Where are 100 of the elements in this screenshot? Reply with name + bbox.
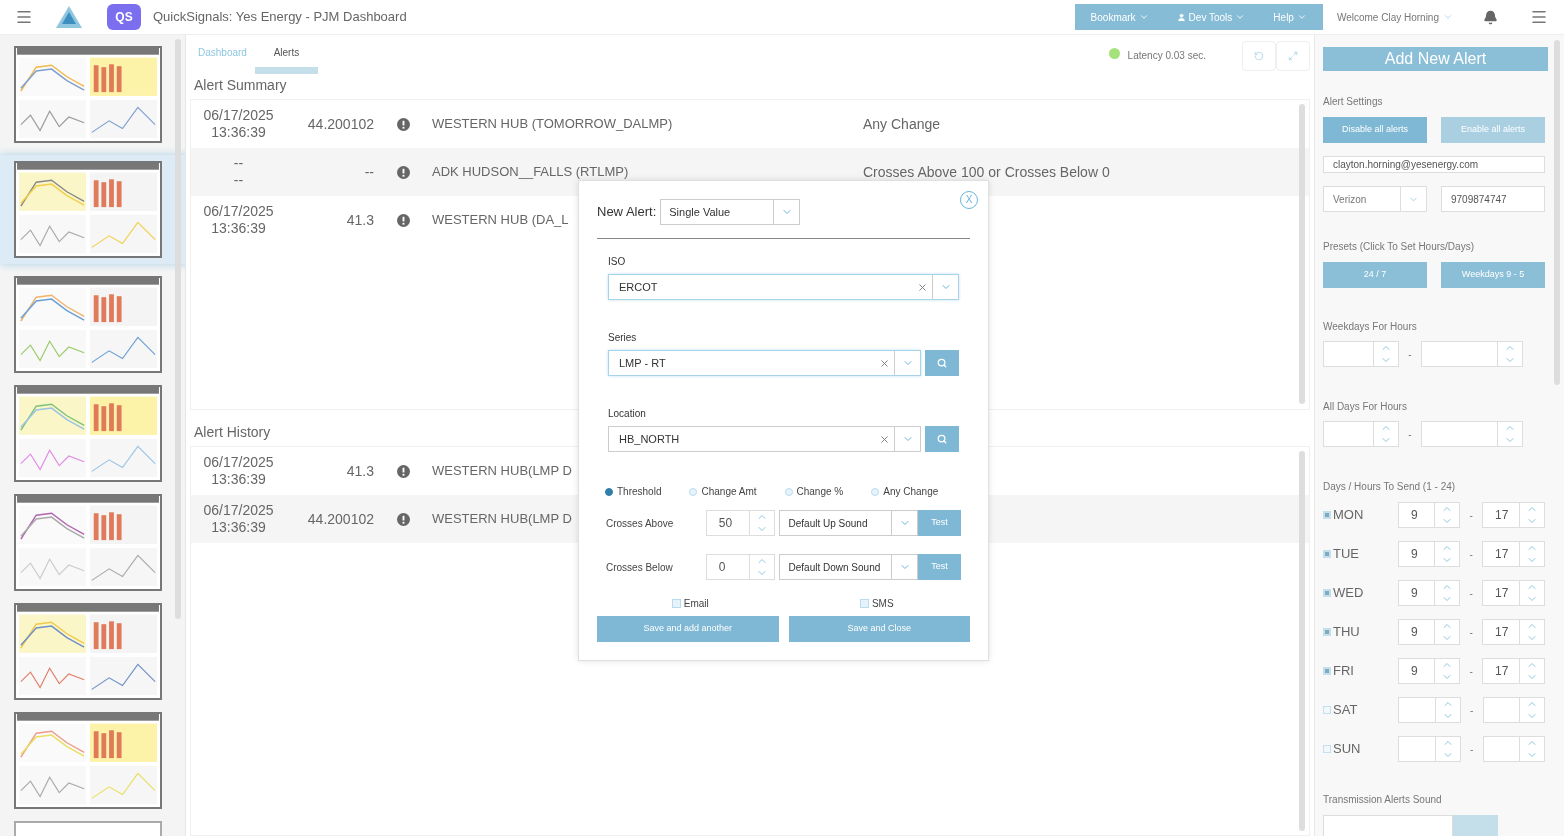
logo-icon[interactable]	[55, 5, 83, 29]
alert-value: 44.200102	[306, 114, 374, 134]
hour-input[interactable]: 17	[1482, 541, 1545, 567]
hour-input[interactable]: 9	[1398, 580, 1461, 606]
alert-date: 06/17/2025	[203, 454, 274, 471]
hour-input[interactable]: 9	[1398, 502, 1461, 528]
select-field[interactable]: ERCOT	[608, 274, 959, 300]
email-field[interactable]: clayton.horning@yesenergy.com	[1323, 156, 1545, 173]
hour-input[interactable]: 17	[1482, 580, 1545, 606]
undo-button[interactable]	[1242, 41, 1276, 71]
threshold-label: Crosses Below	[606, 560, 674, 575]
search-button[interactable]	[925, 426, 959, 452]
scrollbar[interactable]	[1554, 40, 1560, 385]
sound-button[interactable]	[1453, 815, 1498, 836]
sound-select[interactable]: Default Down Sound	[778, 554, 919, 580]
checkbox-icon[interactable]	[1323, 589, 1331, 597]
alert-icon	[396, 117, 410, 131]
hour-input[interactable]	[1421, 341, 1523, 367]
notify-checkbox[interactable]: Email	[597, 596, 784, 611]
hour-input[interactable]	[1421, 421, 1523, 447]
hour-input[interactable]	[1482, 697, 1545, 723]
hour-input[interactable]: 17	[1482, 619, 1545, 645]
section-title: Alert Settings	[1323, 95, 1384, 109]
checkbox-icon[interactable]	[1323, 667, 1331, 675]
hour-input[interactable]: 9	[1398, 658, 1461, 684]
scrollbar[interactable]	[175, 39, 181, 619]
day-checkbox[interactable]: THU	[1323, 622, 1399, 642]
range-separator: -	[1468, 664, 1474, 679]
day-checkbox[interactable]: FRI	[1323, 661, 1399, 681]
hour-input[interactable]	[1398, 697, 1461, 723]
scrollbar[interactable]	[1299, 451, 1305, 831]
expand-button[interactable]	[1276, 41, 1310, 71]
checkbox-icon[interactable]	[1323, 745, 1331, 753]
select-field[interactable]: LMP - RT	[608, 350, 922, 376]
section-title: Presets (Click To Set Hours/Days)	[1323, 240, 1475, 254]
day-checkbox[interactable]: SUN	[1323, 739, 1399, 759]
alert-type-select[interactable]: Single Value	[660, 199, 801, 225]
search-icon	[937, 434, 948, 444]
alert-condition: Crosses Above 100 or Crosses Below 0	[863, 162, 1110, 182]
hour-input[interactable]	[1323, 341, 1399, 367]
checkbox-icon[interactable]	[1323, 706, 1331, 714]
day-checkbox[interactable]: MON	[1323, 505, 1399, 525]
dashboard-title: QuickSignals: Yes Energy - PJM Dashboard	[153, 8, 407, 27]
day-checkbox[interactable]: TUE	[1323, 544, 1399, 564]
user-menu[interactable]: Welcome Clay Horning	[1336, 9, 1453, 25]
clear-icon[interactable]	[879, 357, 891, 369]
range-separator: -	[1469, 703, 1475, 718]
checkbox-icon[interactable]	[1323, 628, 1331, 636]
phone-field[interactable]: 9709874747	[1441, 186, 1545, 212]
checkbox-icon[interactable]	[1323, 550, 1331, 558]
sound-select[interactable]	[1323, 815, 1453, 836]
hour-input[interactable]	[1398, 736, 1461, 762]
app-badge[interactable]: QS	[107, 4, 141, 30]
select-field[interactable]: HB_NORTH	[608, 426, 922, 452]
notify-checkbox[interactable]: SMS	[783, 596, 970, 611]
range-separator: -	[1407, 347, 1413, 362]
scrollbar[interactable]	[1299, 104, 1305, 404]
radio-icon[interactable]	[605, 487, 613, 496]
checkbox-icon[interactable]	[1323, 511, 1331, 519]
alert-date: 06/17/2025	[203, 502, 274, 519]
menu-icon[interactable]	[1530, 8, 1548, 26]
alert-icon	[396, 464, 410, 478]
expand-icon	[1288, 51, 1298, 61]
alert-icon	[396, 165, 410, 179]
threshold-label: Crosses Above	[606, 516, 675, 531]
menu-icon[interactable]	[15, 8, 33, 26]
clear-icon[interactable]	[879, 433, 891, 445]
alert-time: 13:36:39	[211, 124, 266, 141]
section-title: Weekdays For Hours	[1323, 320, 1418, 334]
clear-icon[interactable]	[917, 281, 928, 293]
threshold-input[interactable]: 0	[705, 554, 775, 580]
alert-time: 13:36:39	[211, 471, 266, 488]
alert-value: 44.200102	[306, 509, 374, 529]
hour-input[interactable]	[1323, 421, 1399, 447]
checkbox-icon[interactable]	[671, 599, 681, 608]
range-separator: -	[1468, 625, 1474, 640]
hour-input[interactable]: 9	[1398, 541, 1461, 567]
alert-value: 41.3	[345, 461, 374, 481]
carrier-select[interactable]: Verizon	[1323, 186, 1427, 212]
tab[interactable]: Alerts	[254, 45, 318, 74]
alert-name: ADK HUDSON__FALLS (RTLMP)	[432, 163, 629, 182]
latency-text: Latency 0.03 sec.	[1127, 49, 1206, 63]
sound-select[interactable]: Default Up Sound	[778, 510, 919, 536]
new-alert-label: New Alert:	[597, 203, 657, 222]
alert-name: WESTERN HUB(LMP D	[432, 462, 572, 481]
search-button[interactable]	[925, 350, 959, 376]
field-label: Series	[608, 331, 638, 345]
day-checkbox[interactable]: SAT	[1323, 700, 1399, 720]
hour-input[interactable]: 17	[1482, 658, 1545, 684]
section-title: Transmission Alerts Sound	[1323, 793, 1443, 807]
checkbox-icon[interactable]	[859, 599, 869, 608]
bell-icon[interactable]	[1483, 9, 1498, 25]
threshold-input[interactable]: 50	[705, 510, 775, 536]
hour-input[interactable]: 17	[1482, 502, 1545, 528]
chevron-down-icon	[1443, 12, 1453, 22]
day-checkbox[interactable]: WED	[1323, 583, 1399, 603]
hour-input[interactable]: 9	[1398, 619, 1461, 645]
hour-input[interactable]	[1482, 736, 1545, 762]
alert-date: 06/17/2025	[203, 107, 274, 124]
alert-date: --	[233, 155, 244, 172]
